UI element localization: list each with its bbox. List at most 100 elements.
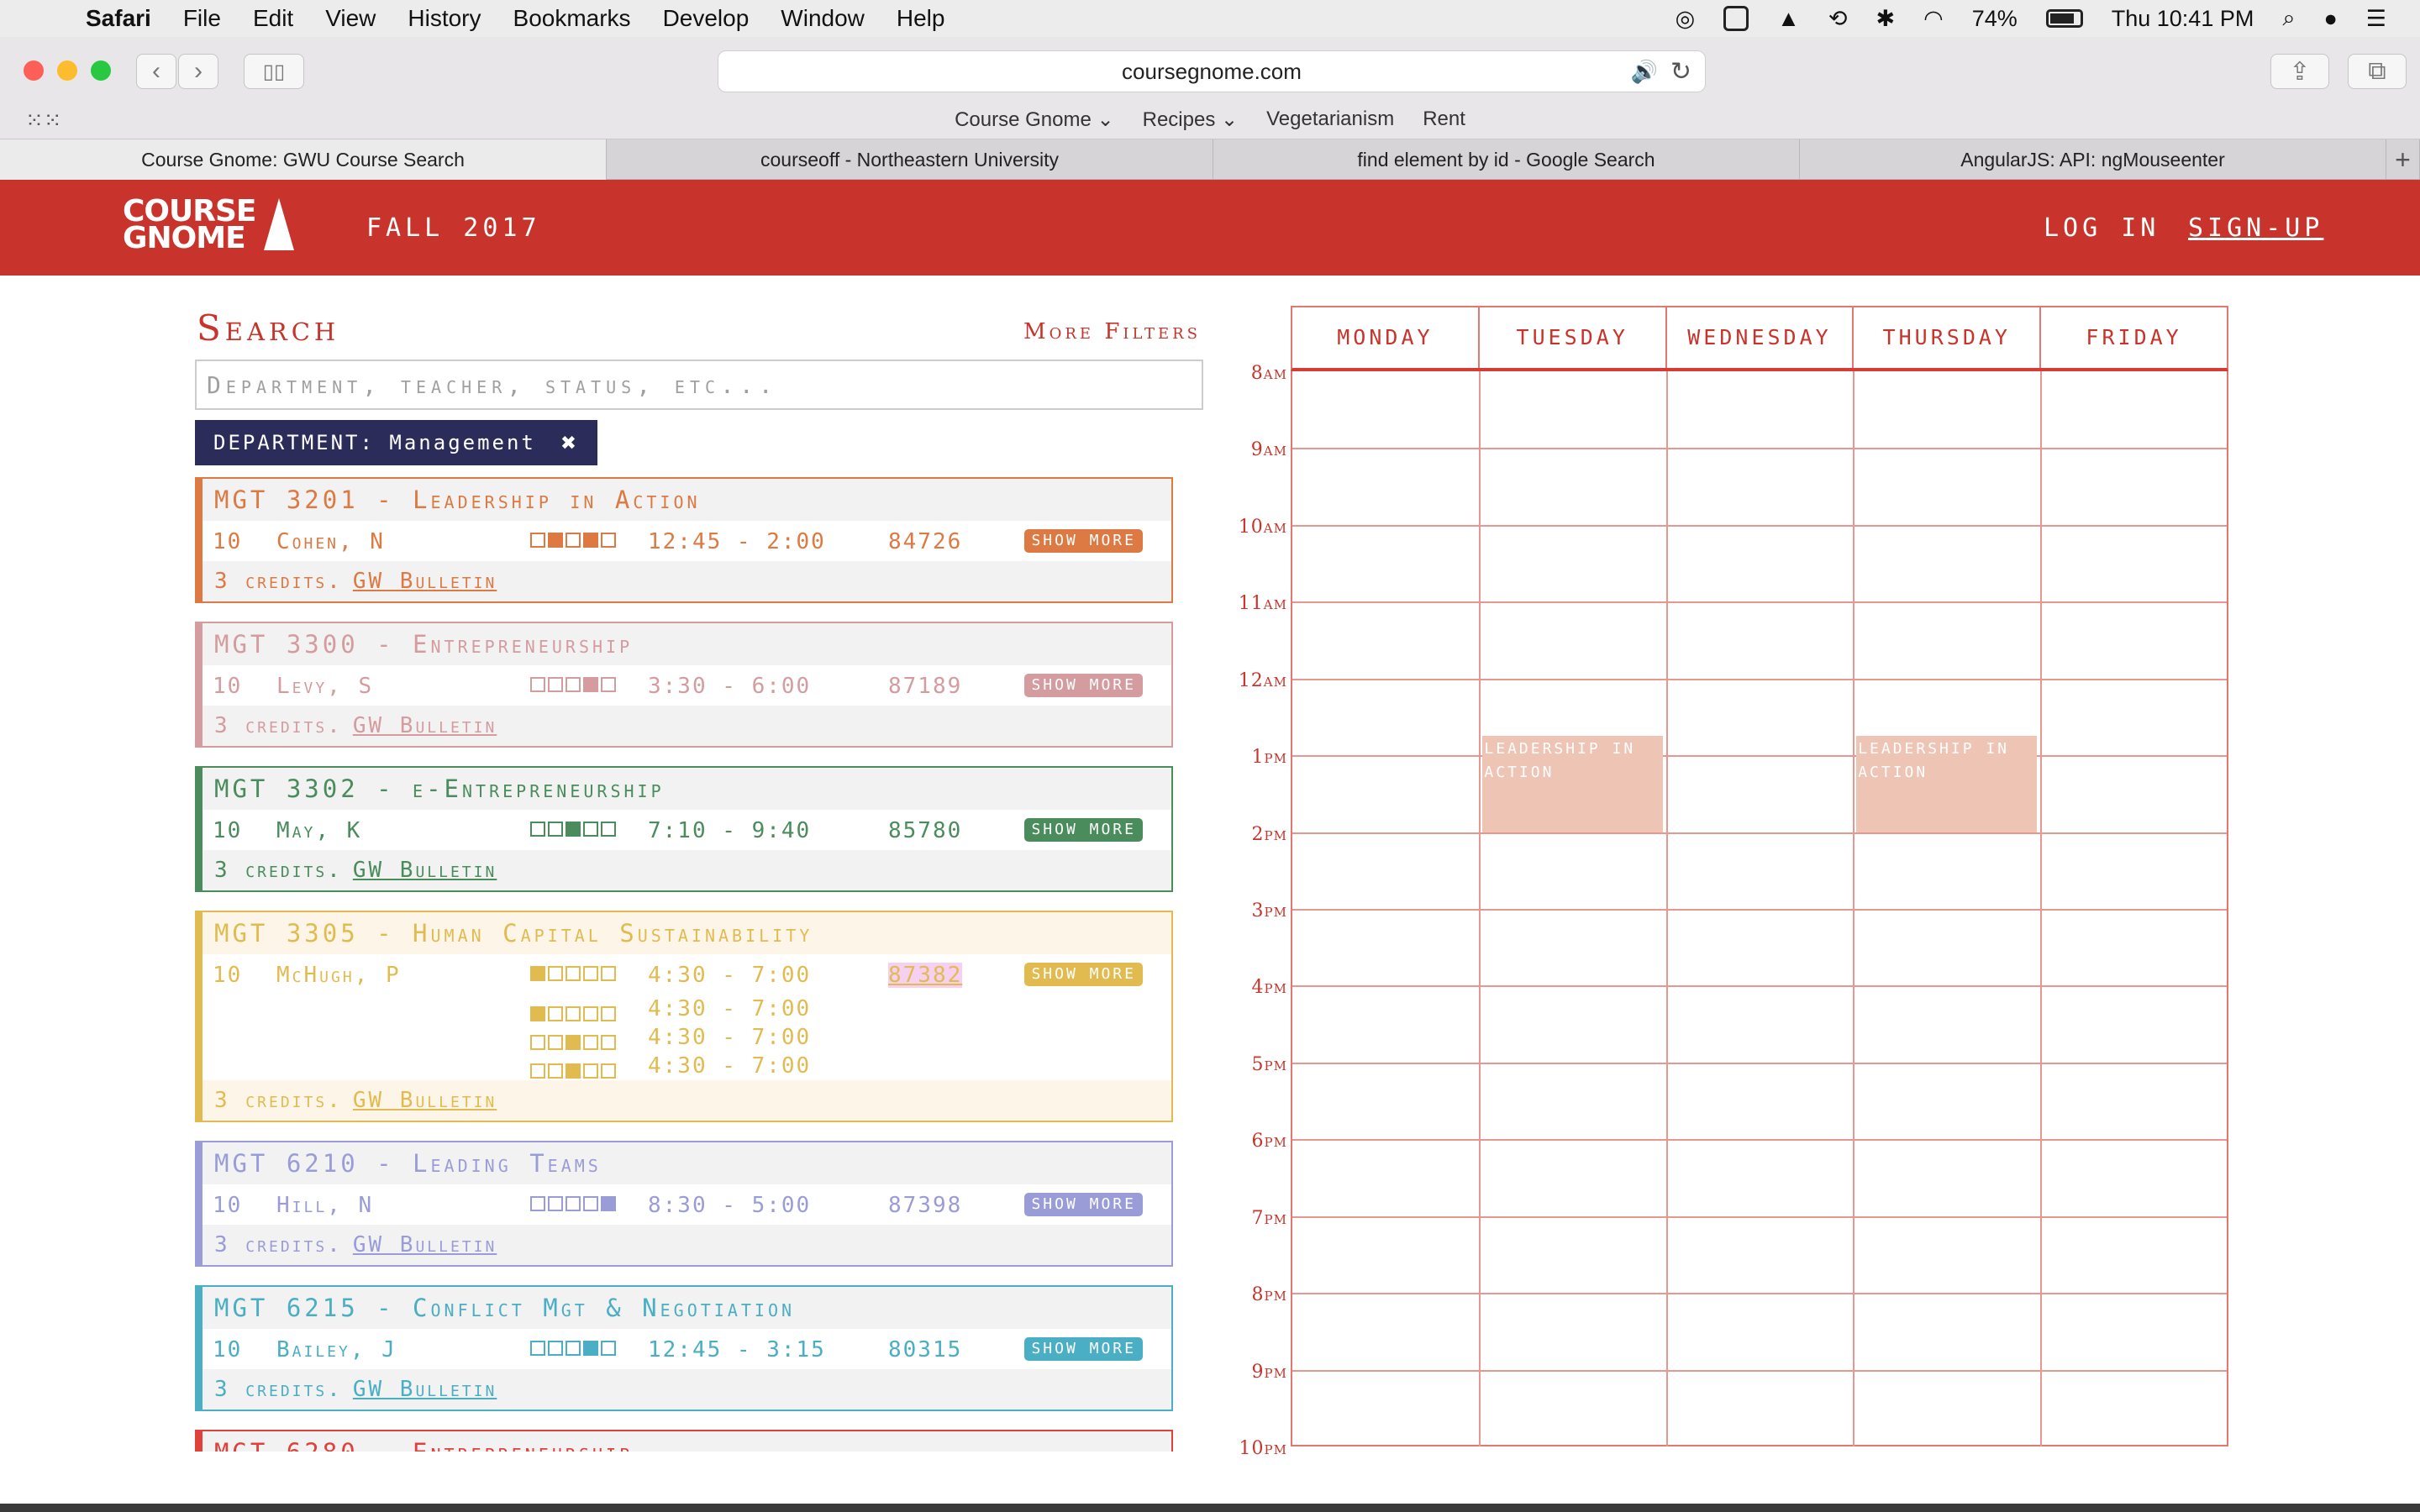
wifi-icon[interactable]: ◠ [1923,6,1944,32]
siri-icon[interactable]: ● [2323,6,2337,32]
tab-angularjs[interactable]: AngularJS: API: ngMouseenter [1800,139,2386,180]
menu-app-name[interactable]: Safari [86,5,151,32]
show-more-button[interactable]: SHOW MORE [1024,529,1143,553]
course-title[interactable]: MGT 6280 - Entrepreneurship [203,1431,1171,1452]
bluetooth-icon[interactable]: ✱ [1876,6,1896,32]
calendar-event[interactable]: LEADERSHIP IN ACTION [1856,736,2037,832]
gw-bulletin-link[interactable]: GW Bulletin [353,858,497,883]
show-more-button[interactable]: SHOW MORE [1024,1337,1143,1361]
course-title[interactable]: MGT 6210 - Leading Teams [203,1142,1171,1184]
show-tabs-button[interactable]: ⧉ [2348,54,2407,89]
course-section-row[interactable]: 10 May, K 7:10 - 9:40 85780 SHOW MORE [203,810,1171,850]
close-window-button[interactable] [24,60,44,81]
menu-help[interactable]: Help [897,5,945,32]
menu-window[interactable]: Window [781,5,865,32]
show-more-button[interactable]: SHOW MORE [1024,1193,1143,1216]
course-title[interactable]: MGT 3201 - Leadership in Action [203,479,1171,521]
zoom-window-button[interactable] [91,60,111,81]
show-more-button[interactable]: SHOW MORE [1024,963,1143,986]
crn-number[interactable]: 80315 [888,1337,962,1362]
forward-button[interactable]: › [178,54,218,89]
minimize-window-button[interactable] [57,60,77,81]
meeting-time: 8:30 - 5:00 [648,1193,812,1218]
course-card[interactable]: MGT 6280 - Entrepreneurship [195,1430,1173,1452]
gw-bulletin-link[interactable]: GW Bulletin [353,1377,497,1402]
show-more-button[interactable]: SHOW MORE [1024,674,1143,697]
crn-number[interactable]: 84726 [888,529,962,554]
menu-view[interactable]: View [325,5,376,32]
calendar-grid[interactable]: 8am 9am 10am 11am 12am 1pm 2pm 3pm 4pm 5pm 6pm 7pm 8… [1239,363,2228,1459]
login-link[interactable]: LOG IN [2044,213,2160,243]
course-title[interactable]: MGT 3300 - Entrepreneurship [203,623,1171,665]
show-more-button[interactable]: SHOW MORE [1024,818,1143,842]
gw-bulletin-link[interactable]: GW Bulletin [353,713,497,738]
creative-cloud-icon[interactable]: ◎ [1676,6,1696,32]
course-gnome-logo[interactable]: COURSE GNOME [123,197,294,254]
teacher-name: Hill, N [276,1193,375,1218]
back-button[interactable]: ‹ [136,54,176,89]
spotlight-search-icon[interactable]: ⌕ [2282,5,2295,32]
course-card[interactable]: MGT 3302 - e-Entrepreneurship 10 May, K 7:1… [195,766,1173,892]
course-title[interactable]: MGT 6215 - Conflict Mgt & Negotiation [203,1287,1171,1329]
crn-number[interactable]: 87189 [888,674,962,699]
crn-number[interactable]: 87382 [888,963,963,988]
reload-icon[interactable]: ↻ [1670,57,1691,87]
course-section-row[interactable]: 10 Levy, S 3:30 - 6:00 87189 SHOW MORE [203,665,1171,706]
tab-google-search[interactable]: find element by id - Google Search [1213,139,1800,180]
menu-file[interactable]: File [183,5,221,32]
battery-icon[interactable] [2045,9,2083,28]
clock[interactable]: Thu 10:41 PM [2112,6,2254,32]
time-machine-icon[interactable]: ⟲ [1828,6,1848,32]
course-card[interactable]: MGT 3305 - Human Capital Sustainability 1… [195,911,1173,1122]
favorite-rent[interactable]: Rent [1423,108,1465,131]
new-tab-button[interactable]: + [2386,139,2420,180]
remove-filter-icon[interactable]: ✖ [561,428,579,458]
favorite-course-gnome[interactable]: Course Gnome ⌄ [955,108,1114,132]
hour-gridline [1292,1293,2227,1295]
meeting-day-filled [566,1035,581,1050]
section-number: 10 [213,818,243,843]
course-card[interactable]: MGT 6215 - Conflict Mgt & Negotiation 10 B… [195,1285,1173,1411]
tab-course-gnome[interactable]: Course Gnome: GWU Course Search [0,139,607,180]
menu-bookmarks[interactable]: Bookmarks [513,5,631,32]
crn-number[interactable]: 85780 [888,818,962,843]
share-button[interactable]: ⇪ [2270,54,2329,89]
menu-edit[interactable]: Edit [253,5,293,32]
favorite-recipes[interactable]: Recipes ⌄ [1143,108,1238,132]
menu-history[interactable]: History [408,5,481,32]
more-filters-link[interactable]: More Filters [1023,319,1201,344]
course-card[interactable]: MGT 3201 - Leadership in Action 10 Cohen, … [195,477,1173,603]
term-label[interactable]: FALL 2017 [366,213,541,243]
course-list: MGT 3201 - Leadership in Action 10 Cohen, … [195,477,1173,1452]
address-bar[interactable]: coursegnome.com 🔊 ↻ [718,50,1706,92]
gw-bulletin-link[interactable]: GW Bulletin [353,1232,497,1257]
hour-label: 10am [1238,516,1287,538]
app-grid-icon[interactable] [1723,6,1749,31]
gw-bulletin-link[interactable]: GW Bulletin [353,1088,497,1113]
signup-link[interactable]: SIGN-UP [2188,213,2323,243]
crn-number[interactable]: 87398 [888,1193,962,1218]
gw-bulletin-link[interactable]: GW Bulletin [353,569,497,594]
meeting-day-empty [548,677,563,692]
course-section-row[interactable]: 10 Cohen, N 12:45 - 2:00 84726 SHOW MORE [203,521,1171,561]
audio-playing-icon[interactable]: 🔊 [1631,59,1658,85]
course-card[interactable]: MGT 6210 - Leading Teams 10 Hill, N 8:30 - … [195,1141,1173,1267]
course-section-row[interactable]: 10 McHugh, P 4:30 - 7:00 87382 SHOW MORE [203,954,1171,995]
hour-label: 8am [1250,363,1287,384]
course-title[interactable]: MGT 3302 - e-Entrepreneurship [203,768,1171,810]
course-title[interactable]: MGT 3305 - Human Capital Sustainability [203,912,1171,954]
calendar-event[interactable]: LEADERSHIP IN ACTION [1482,736,1663,832]
course-card[interactable]: MGT 3300 - Entrepreneurship 10 Levy, S 3:30… [195,622,1173,748]
favorite-vegetarianism[interactable]: Vegetarianism [1266,108,1394,131]
search-input[interactable] [195,360,1203,410]
sidebar-toggle-icon[interactable]: ▯▯ [244,54,304,89]
meeting-day-empty [548,1196,563,1211]
menu-develop[interactable]: Develop [663,5,750,32]
course-section-row[interactable]: 10 Bailey, J 12:45 - 3:15 80315 SHOW MORE [203,1329,1171,1369]
credits-label: 3 credits. [214,1088,343,1113]
notification-center-icon[interactable]: ☰ [2366,6,2386,32]
course-section-row[interactable]: 10 Hill, N 8:30 - 5:00 87398 SHOW MORE [203,1184,1171,1225]
drive-icon[interactable]: ▲ [1777,6,1800,32]
tab-courseoff[interactable]: courseoff - Northeastern University [607,139,1213,180]
hour-gridline [1292,448,2227,450]
